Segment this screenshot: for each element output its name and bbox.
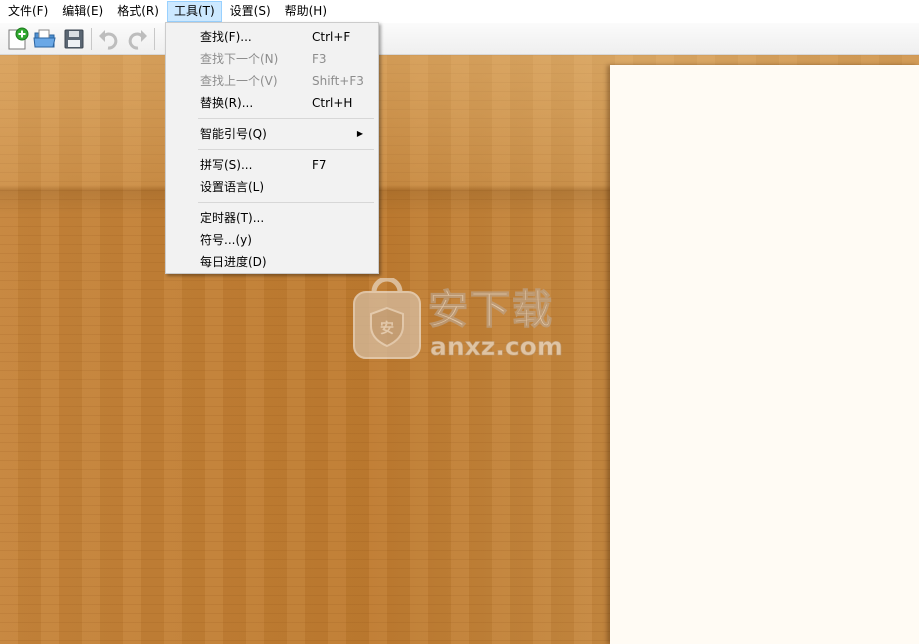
menu-item-replace[interactable]: 替换(R)... Ctrl+H xyxy=(166,92,378,114)
menu-tools[interactable]: 工具(T) xyxy=(166,1,222,22)
menu-item-label: 查找上一个(V) xyxy=(200,74,278,88)
menu-separator xyxy=(198,202,374,203)
menu-format[interactable]: 格式(R) xyxy=(111,1,165,22)
menu-item-daily-progress[interactable]: 每日进度(D) xyxy=(166,251,378,273)
menu-item-spelling[interactable]: 拼写(S)... F7 xyxy=(166,154,378,176)
redo-button[interactable] xyxy=(124,26,150,52)
menu-item-label: 智能引号(Q) xyxy=(200,127,267,141)
menu-edit[interactable]: 编辑(E) xyxy=(56,1,109,22)
undo-icon xyxy=(99,30,118,50)
new-document-icon xyxy=(8,27,29,50)
menu-item-shortcut: Ctrl+H xyxy=(312,96,353,110)
watermark-text: 安下载 xyxy=(428,287,554,333)
menu-item-label: 每日进度(D) xyxy=(200,255,267,269)
toolbar xyxy=(0,23,919,55)
menu-item-label: 拼写(S)... xyxy=(200,158,253,172)
menu-item-symbols[interactable]: 符号...(y) xyxy=(166,229,378,251)
menu-file[interactable]: 文件(F) xyxy=(2,1,54,22)
menu-item-set-language[interactable]: 设置语言(L) xyxy=(166,176,378,198)
menu-separator xyxy=(198,149,374,150)
menu-item-timer[interactable]: 定时器(T)... xyxy=(166,207,378,229)
menu-item-find[interactable]: 查找(F)... Ctrl+F xyxy=(166,26,378,48)
menu-item-find-next[interactable]: 查找下一个(N) F3 xyxy=(166,48,378,70)
document-page[interactable] xyxy=(610,65,919,644)
menu-item-label: 设置语言(L) xyxy=(200,180,265,194)
new-document-button[interactable] xyxy=(4,26,30,52)
watermark-badge-text: 安 xyxy=(380,321,394,337)
tools-dropdown-menu: 查找(F)... Ctrl+F 查找下一个(N) F3 查找上一个(V) Shi… xyxy=(165,22,379,274)
watermark: 安 安下载 anxz.com xyxy=(350,278,580,366)
menu-item-label: 查找(F)... xyxy=(200,30,252,44)
menu-item-find-previous[interactable]: 查找上一个(V) Shift+F3 xyxy=(166,70,378,92)
menu-item-shortcut: F7 xyxy=(312,158,327,172)
menu-item-label: 查找下一个(N) xyxy=(200,52,279,66)
toolbar-separator xyxy=(154,28,155,50)
menu-item-shortcut: Shift+F3 xyxy=(312,74,364,88)
save-icon xyxy=(64,29,84,49)
open-folder-icon xyxy=(33,29,56,48)
open-button[interactable] xyxy=(32,26,58,52)
submenu-arrow-icon: ▶ xyxy=(356,129,363,138)
menu-item-label: 替换(R)... xyxy=(200,96,254,110)
menu-help[interactable]: 帮助(H) xyxy=(279,1,333,22)
menu-separator xyxy=(198,118,374,119)
app-window: 文件(F) 编辑(E) 格式(R) 工具(T) 设置(S) 帮助(H) 安 安下… xyxy=(0,0,919,644)
menu-item-shortcut: Ctrl+F xyxy=(312,30,351,44)
menu-bar: 文件(F) 编辑(E) 格式(R) 工具(T) 设置(S) 帮助(H) xyxy=(0,0,919,23)
save-button[interactable] xyxy=(61,26,87,52)
menu-settings[interactable]: 设置(S) xyxy=(224,1,277,22)
menu-item-label: 符号...(y) xyxy=(200,233,252,247)
menu-item-smart-quotes[interactable]: 智能引号(Q) ▶ xyxy=(166,123,378,145)
menu-item-label: 定时器(T)... xyxy=(200,211,265,225)
menu-item-shortcut: F3 xyxy=(312,52,327,66)
toolbar-separator xyxy=(91,28,92,50)
undo-button[interactable] xyxy=(96,26,122,52)
redo-icon xyxy=(128,30,147,50)
watermark-domain: anxz.com xyxy=(430,332,563,361)
